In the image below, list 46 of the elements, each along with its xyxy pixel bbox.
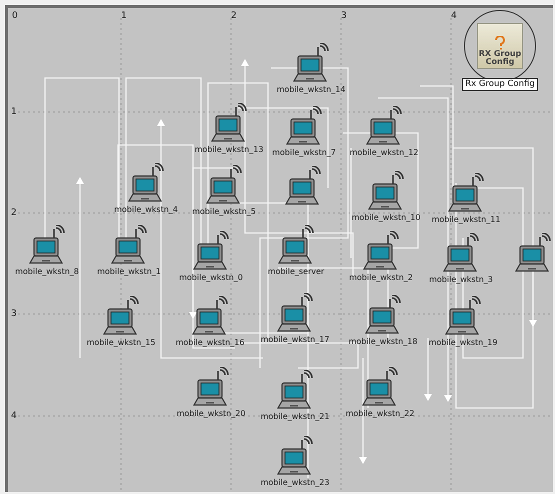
node-label: mobile_wkstn_20 bbox=[176, 408, 246, 419]
node-label: mobile_wkstn_17 bbox=[260, 334, 330, 345]
node-label: mobile_wkstn_23 bbox=[260, 477, 330, 488]
axis-tick-label: 2 bbox=[11, 208, 17, 218]
laptop-icon bbox=[277, 225, 315, 265]
question-mark-icon bbox=[494, 36, 506, 50]
laptop-icon bbox=[514, 233, 552, 273]
node-label: mobile_wkstn_13 bbox=[194, 144, 264, 155]
node-label: mobile_wkstn_7 bbox=[272, 147, 336, 158]
laptop-icon bbox=[28, 225, 66, 265]
axis-tick-label: 0 bbox=[12, 11, 18, 21]
node-label: mobile_wkstn_11 bbox=[432, 214, 500, 225]
node-label: mobile_wkstn_21 bbox=[260, 411, 330, 422]
laptop-icon bbox=[276, 436, 314, 476]
axis-tick-label: 2 bbox=[231, 11, 237, 21]
node-label: mobile_server bbox=[268, 266, 324, 277]
laptop-icon bbox=[361, 367, 399, 407]
node-label: Rx Group Config bbox=[462, 78, 538, 91]
node-label: mobile_wkstn_4 bbox=[114, 204, 178, 215]
node-label: mobile_wkstn_8 bbox=[15, 266, 79, 277]
axis-tick-label: 3 bbox=[11, 309, 17, 319]
axis-tick-label: 1 bbox=[11, 107, 17, 117]
node-label: mobile_wkstn_3 bbox=[429, 274, 493, 285]
axis-tick-label: 1 bbox=[121, 11, 127, 21]
node-label: mobile_wkstn_19 bbox=[428, 337, 498, 348]
laptop-icon bbox=[284, 166, 322, 206]
node-label: mobile_wkstn_14 bbox=[276, 84, 346, 95]
node-label: mobile_wkstn_1 bbox=[97, 266, 161, 277]
config-icon-text: RX Group Config bbox=[478, 50, 522, 66]
node-label: mobile_wkstn_16 bbox=[176, 337, 244, 348]
node-label: mobile_wkstn_22 bbox=[346, 408, 414, 419]
node-label: mobile_wkstn_5 bbox=[192, 206, 256, 217]
laptop-icon bbox=[362, 231, 400, 271]
axis-tick-label: 4 bbox=[11, 411, 17, 421]
node-label: mobile_wkstn_10 bbox=[352, 212, 420, 223]
node-label: mobile_wkstn_15 bbox=[86, 337, 156, 348]
node-label: mobile_wkstn_2 bbox=[349, 272, 413, 283]
axis-tick-label: 4 bbox=[451, 11, 457, 21]
laptop-icon bbox=[127, 163, 165, 203]
laptop-icon bbox=[292, 43, 330, 83]
laptop-icon bbox=[367, 171, 405, 211]
axis-tick-label: 3 bbox=[341, 11, 347, 21]
node-label: mobile_wkstn_0 bbox=[179, 272, 243, 283]
laptop-icon bbox=[276, 370, 314, 410]
node-label: mobile_wkstn_18 bbox=[348, 336, 418, 347]
node-label: mobile_wkstn_12 bbox=[350, 147, 418, 158]
